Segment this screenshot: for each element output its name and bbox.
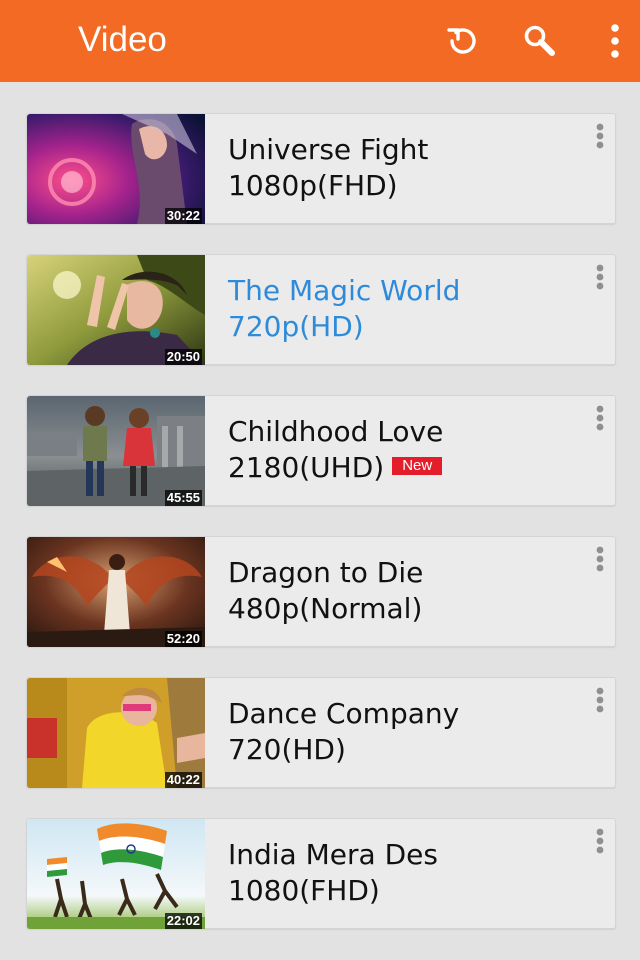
video-duration: 45:55 (164, 490, 202, 506)
new-badge: New (392, 457, 443, 475)
video-item[interactable]: 52:20 Dragon to Die 480p(Normal) (26, 536, 616, 647)
video-item[interactable]: 22:02 India Mera Des 1080(FHD) (26, 818, 616, 929)
video-thumbnail[interactable]: 20:50 (27, 255, 205, 365)
more-vertical-icon[interactable] (601, 22, 639, 60)
page-title: Video (78, 20, 167, 59)
video-item[interactable]: 40:22 Dance Company 720(HD) (26, 677, 616, 788)
video-title: Universe Fight (228, 133, 429, 166)
app-bar: Video (0, 0, 640, 82)
video-quality: 1080p(FHD) (228, 169, 398, 202)
video-item[interactable]: 45:55 Childhood Love 2180(UHD) New (26, 395, 616, 506)
video-duration: 30:22 (164, 208, 202, 224)
video-thumbnail[interactable]: 52:20 (27, 537, 205, 647)
video-item[interactable]: 20:50 The Magic World 720p(HD) (26, 254, 616, 365)
video-thumbnail[interactable]: 45:55 (27, 396, 205, 506)
video-item[interactable]: 30:22 Universe Fight 1080p(FHD) (26, 113, 616, 224)
more-options-icon[interactable] (591, 827, 609, 859)
video-duration: 52:20 (164, 631, 202, 647)
more-options-icon[interactable] (591, 686, 609, 718)
video-duration: 40:22 (164, 772, 202, 788)
video-title: Childhood Love (228, 415, 444, 448)
video-title: India Mera Des (228, 838, 438, 871)
video-list: 30:22 Universe Fight 1080p(FHD) 20:50 Th… (26, 113, 616, 959)
video-thumbnail[interactable]: 30:22 (27, 114, 205, 224)
more-options-icon[interactable] (591, 404, 609, 436)
video-thumbnail[interactable]: 40:22 (27, 678, 205, 788)
refresh-icon[interactable] (443, 22, 481, 60)
more-options-icon[interactable] (591, 122, 609, 154)
video-quality: 480p(Normal) (228, 592, 423, 625)
video-quality: 720p(HD) (228, 310, 364, 343)
more-options-icon[interactable] (591, 263, 609, 295)
video-title: Dance Company (228, 697, 460, 730)
video-title: Dragon to Die (228, 556, 424, 589)
video-thumbnail[interactable]: 22:02 (27, 819, 205, 929)
video-quality: 1080(FHD) (228, 874, 380, 907)
search-icon[interactable] (521, 22, 559, 60)
video-duration: 22:02 (164, 913, 202, 929)
more-options-icon[interactable] (591, 545, 609, 577)
video-quality: 720(HD) (228, 733, 346, 766)
video-title: The Magic World (228, 274, 461, 307)
video-duration: 20:50 (164, 349, 202, 365)
video-quality: 2180(UHD) New (228, 450, 443, 486)
